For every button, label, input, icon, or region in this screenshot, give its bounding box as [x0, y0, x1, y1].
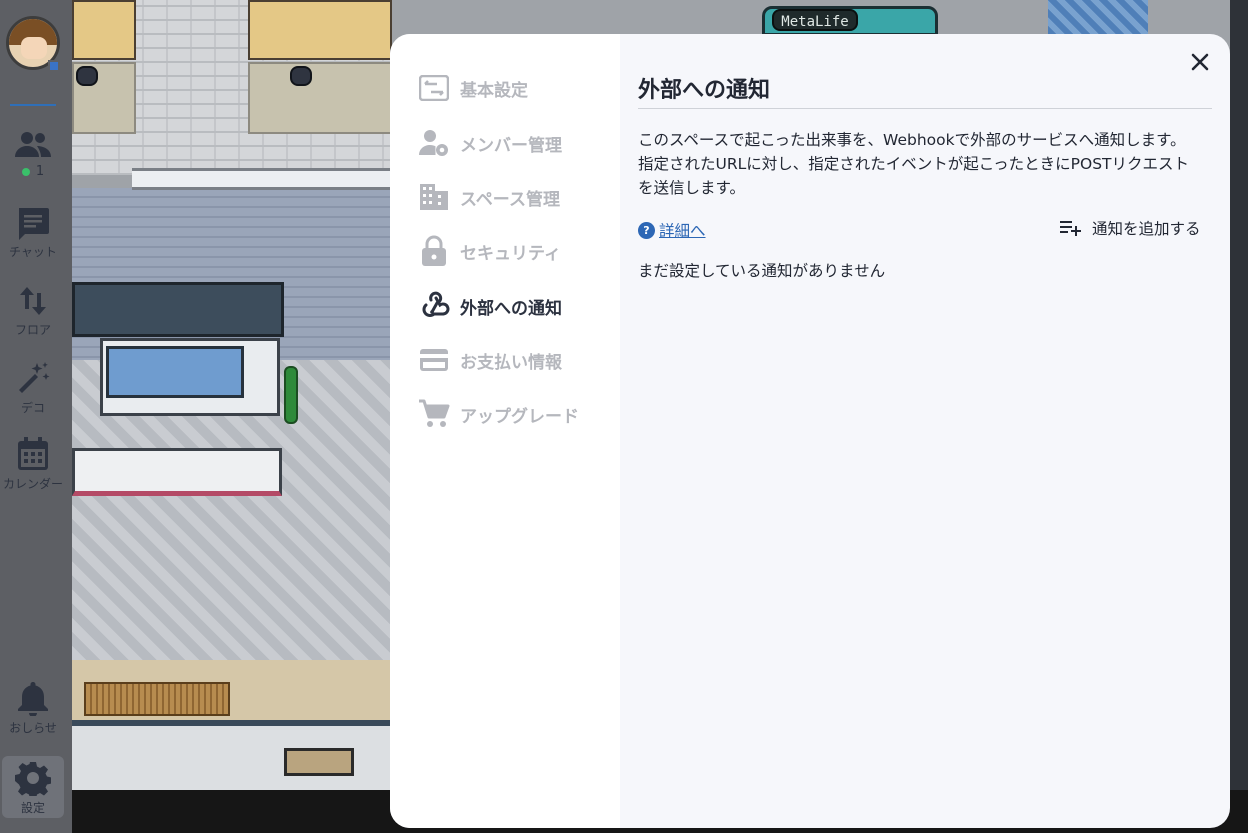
- floor-switch-icon: [20, 287, 46, 315]
- settings-menu-label: スペース管理: [460, 189, 560, 210]
- sidebar-item-floor[interactable]: フロア: [0, 284, 66, 338]
- sidebar-item-chat[interactable]: チャット: [0, 206, 66, 260]
- page-description: このスペースで起こった出来事を、Webhookで外部のサービスへ通知します。 指…: [638, 131, 1190, 197]
- bell-icon: [18, 682, 48, 716]
- sidebar-item-members[interactable]: 1: [0, 130, 66, 179]
- online-count: 1: [21, 164, 44, 179]
- sidebar-item-label: 設定: [20, 801, 45, 815]
- map-screen: [106, 346, 244, 398]
- settings-content: 外部への通知 このスペースで起こった出来事を、Webhookで外部のサービスへ通…: [620, 34, 1230, 828]
- map-carpet: [248, 62, 392, 134]
- sidebar-item-label: フロア: [14, 323, 51, 337]
- map-sign-label: MetaLife: [772, 9, 858, 31]
- settings-menu-webhook[interactable]: 外部への通知: [418, 289, 562, 323]
- map-railing: [132, 168, 392, 190]
- close-icon: [1191, 53, 1209, 71]
- sidebar-item-label: チャット: [9, 245, 57, 259]
- map-glass: [1048, 0, 1148, 34]
- settings-menu-space[interactable]: スペース管理: [418, 180, 560, 214]
- member-settings-icon: [418, 127, 450, 159]
- page-title: 外部への通知: [638, 78, 771, 103]
- cart-icon: [418, 398, 450, 430]
- settings-menu-upgrade[interactable]: アップグレード: [418, 397, 579, 431]
- map-crate: [84, 682, 230, 716]
- settings-panel-icon: [418, 72, 450, 104]
- help-icon: ?: [638, 221, 655, 239]
- sidebar-item-notifications[interactable]: おしらせ: [0, 680, 66, 736]
- app-sidebar: 1 チャット フロア デコ カレンダー おしらせ 設定: [0, 0, 72, 833]
- map-chair: [76, 66, 98, 86]
- map-window: [284, 748, 354, 776]
- building-icon: [418, 181, 450, 213]
- map-desk: [72, 0, 136, 60]
- map-plant: [284, 366, 298, 424]
- settings-menu-security[interactable]: セキュリティ: [418, 234, 561, 268]
- sidebar-item-calendar[interactable]: カレンダー: [0, 436, 66, 492]
- status-indicator: [48, 60, 60, 72]
- settings-menu-label: お支払い情報: [460, 352, 562, 373]
- sidebar-item-label: カレンダー: [2, 477, 63, 491]
- settings-menu-billing[interactable]: お支払い情報: [418, 343, 562, 377]
- map-front-desk: [72, 448, 282, 496]
- webhook-icon: [418, 290, 450, 322]
- credit-card-icon: [418, 344, 450, 376]
- settings-menu-label: セキュリティ: [460, 243, 561, 264]
- settings-menu-label: アップグレード: [460, 406, 579, 427]
- map-reception-roof: [72, 282, 284, 337]
- lock-icon: [418, 235, 450, 267]
- chat-icon: [19, 208, 49, 240]
- sidebar-item-deco[interactable]: デコ: [0, 360, 66, 416]
- calendar-icon: [18, 437, 48, 470]
- close-button[interactable]: [1186, 48, 1214, 76]
- title-divider: [638, 108, 1212, 109]
- sidebar-item-label: デコ: [20, 401, 45, 415]
- settings-menu-label: メンバー管理: [460, 135, 562, 156]
- sidebar-item-label: おしらせ: [9, 721, 57, 735]
- settings-menu-label: 基本設定: [460, 80, 528, 101]
- settings-menu-basic[interactable]: 基本設定: [418, 71, 528, 105]
- settings-modal: 基本設定 メンバー管理 スペース管理 セキュリティ 外部への通知 お支払い情報 …: [390, 34, 1230, 828]
- settings-menu: 基本設定 メンバー管理 スペース管理 セキュリティ 外部への通知 お支払い情報 …: [390, 34, 620, 828]
- details-link[interactable]: ? 詳細へ: [638, 219, 706, 241]
- magic-wand-icon: [19, 362, 50, 393]
- settings-menu-label: 外部への通知: [460, 298, 562, 319]
- people-icon: [15, 132, 51, 157]
- settings-menu-members[interactable]: メンバー管理: [418, 126, 562, 160]
- gear-icon: [15, 762, 51, 796]
- sidebar-item-settings[interactable]: 設定: [2, 756, 64, 818]
- map-desk: [248, 0, 392, 60]
- map-chair: [290, 66, 312, 86]
- playlist-add-icon: [1060, 221, 1081, 236]
- empty-state-message: まだ設定している通知がありません: [638, 262, 886, 280]
- add-notification-button[interactable]: 通知を追加する: [1060, 217, 1201, 239]
